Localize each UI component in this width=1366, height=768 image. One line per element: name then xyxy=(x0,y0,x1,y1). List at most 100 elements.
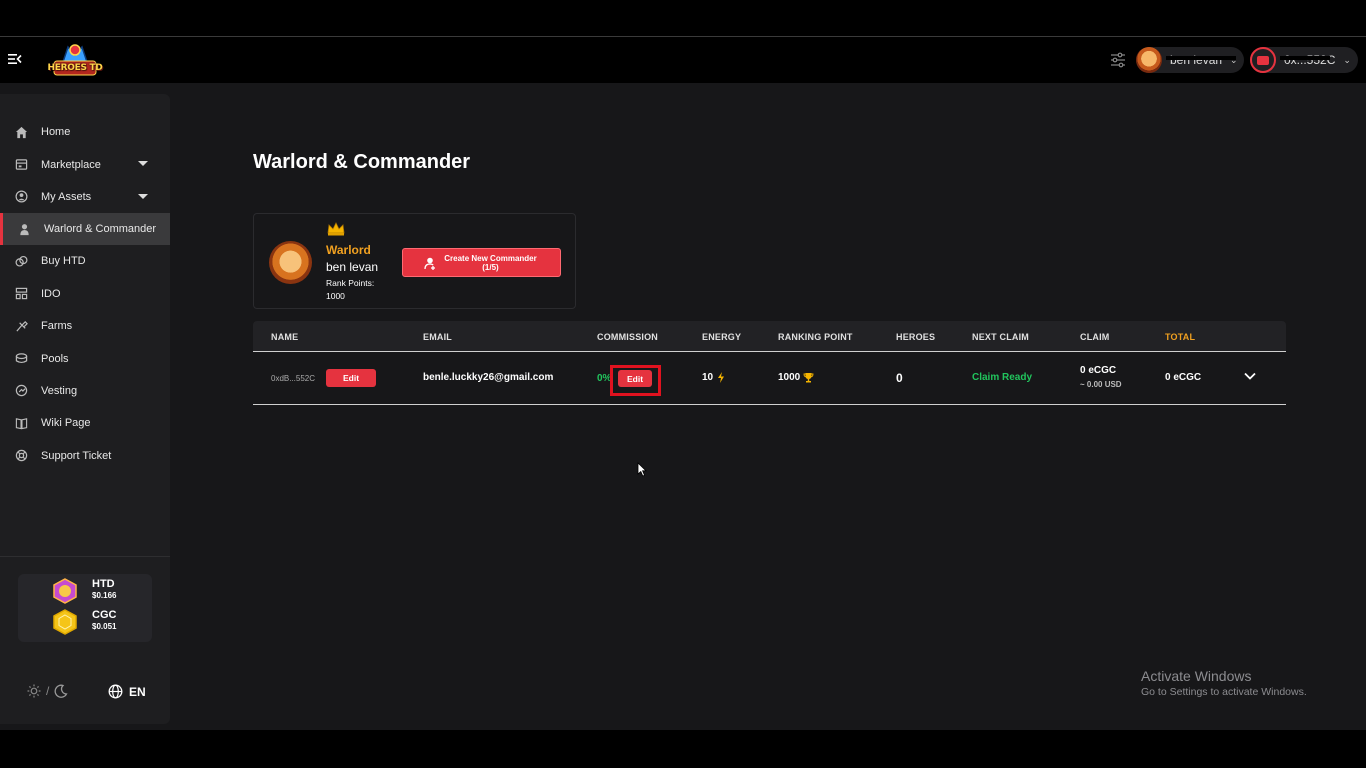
token-htd[interactable]: HTD $0.166 xyxy=(52,578,116,604)
token-price: $0.051 xyxy=(92,622,117,631)
heroes-value: 0 xyxy=(896,371,903,385)
mouse-cursor-icon xyxy=(637,462,647,477)
chevron-down-icon[interactable] xyxy=(1243,369,1257,383)
theme-separator: / xyxy=(46,684,50,698)
warlord-name: ben levan xyxy=(326,260,379,274)
header-ranking-point: RANKING POINT xyxy=(778,332,853,342)
sidebar-item-label: Farms xyxy=(41,320,73,333)
caret-down-icon xyxy=(138,161,148,167)
sidebar-item-label: Marketplace xyxy=(41,158,101,171)
token-price: $0.166 xyxy=(92,591,117,600)
token-prices-card: HTD $0.166 CGC $0.051 xyxy=(18,574,152,642)
lightning-icon xyxy=(718,372,725,383)
htd-token-icon xyxy=(53,578,77,604)
create-commander-button[interactable]: Create New Commander (1/5) xyxy=(402,248,561,277)
sidebar-item-label: Wiki Page xyxy=(41,417,91,430)
top-bar: HEROES TD ben levan ⌄ 0x...552C ⌄ xyxy=(0,37,1366,83)
redaction-bar xyxy=(1166,56,1236,60)
claim-usd-value: ~ 0.00 USD xyxy=(1080,380,1122,389)
sidebar-item-ido[interactable]: IDO xyxy=(0,278,170,310)
sidebar-nav: Home Marketplace My Assets Warlord & Com… xyxy=(0,116,170,472)
home-icon xyxy=(14,125,28,139)
create-commander-label: Create New Commander (1/5) xyxy=(441,254,541,272)
windows-activation-watermark: Activate Windows Go to Settings to activ… xyxy=(1141,668,1307,698)
next-claim-status: Claim Ready xyxy=(972,372,1033,383)
grid-icon xyxy=(14,287,28,301)
language-selector[interactable]: EN xyxy=(108,684,146,699)
rank-points: Rank Points: 1000 xyxy=(326,277,386,303)
warlord-avatar xyxy=(269,241,312,284)
user-circle-icon xyxy=(14,190,28,204)
heroes-td-logo[interactable]: HEROES TD xyxy=(46,41,104,79)
sidebar: Home Marketplace My Assets Warlord & Com… xyxy=(0,94,170,724)
header-total: TOTAL xyxy=(1165,332,1196,342)
sidebar-item-label: Vesting xyxy=(41,384,78,397)
sidebar-item-vesting[interactable]: Vesting xyxy=(0,375,170,407)
caret-down-icon xyxy=(138,193,148,199)
lifebuoy-icon xyxy=(14,449,28,463)
table-row: 0xdB...552C Edit benle.luckky26@gmail.co… xyxy=(253,352,1286,405)
sidebar-item-label: Home xyxy=(41,126,71,139)
create-commander-text: Create New Commander xyxy=(444,253,537,263)
settings-sliders-icon[interactable] xyxy=(1110,52,1126,68)
theme-toggle[interactable]: / xyxy=(27,684,68,698)
sidebar-item-pools[interactable]: Pools xyxy=(0,342,170,374)
token-cgc[interactable]: CGC $0.051 xyxy=(52,609,116,635)
commander-email: benle.luckky26@gmail.com xyxy=(423,372,554,383)
rank-points-label: Rank Points: xyxy=(326,278,375,288)
energy-cell: 10 xyxy=(702,372,725,383)
store-icon xyxy=(14,158,28,172)
page-title: Warlord & Commander xyxy=(253,151,471,173)
sidebar-item-my-assets[interactable]: My Assets xyxy=(0,181,170,213)
header-energy: ENERGY xyxy=(702,332,742,342)
commander-address: 0xdB...552C xyxy=(271,374,316,383)
header-email: EMAIL xyxy=(423,332,452,342)
warlord-card: Warlord ben levan Rank Points: 1000 Crea… xyxy=(253,213,576,309)
coins-icon xyxy=(14,254,28,268)
vesting-icon xyxy=(14,384,28,398)
sidebar-item-wiki-page[interactable]: Wiki Page xyxy=(0,407,170,439)
sidebar-item-marketplace[interactable]: Marketplace xyxy=(0,148,170,180)
sidebar-item-label: IDO xyxy=(41,287,61,300)
globe-icon xyxy=(108,684,123,699)
header-next-claim: NEXT CLAIM xyxy=(972,332,1029,342)
header-commission: COMMISSION xyxy=(597,332,659,342)
trophy-icon xyxy=(803,373,814,383)
watermark-subtitle: Go to Settings to activate Windows. xyxy=(1141,686,1307,698)
cgc-token-icon xyxy=(53,609,77,635)
edit-commission-button[interactable]: Edit xyxy=(618,370,652,387)
rank-points-value: 1000 xyxy=(326,291,345,301)
commander-table: NAME EMAIL COMMISSION ENERGY RANKING POI… xyxy=(253,321,1286,405)
sidebar-item-label: Buy HTD xyxy=(41,255,86,268)
person-icon xyxy=(17,222,31,236)
book-icon xyxy=(14,416,28,430)
menu-collapse-icon[interactable] xyxy=(8,52,22,66)
database-icon xyxy=(14,352,28,366)
sidebar-item-support-ticket[interactable]: Support Ticket xyxy=(0,440,170,472)
tractor-icon xyxy=(14,319,28,333)
sidebar-item-warlord-commander[interactable]: Warlord & Commander xyxy=(0,213,170,246)
avatar xyxy=(1136,47,1162,73)
edit-name-button[interactable]: Edit xyxy=(326,369,376,387)
logo-text: HEROES TD xyxy=(47,63,103,73)
wallet-menu[interactable]: 0x...552C ⌄ xyxy=(1250,47,1358,73)
ranking-point-value: 1000 xyxy=(778,372,801,383)
token-name: HTD xyxy=(92,578,115,590)
sidebar-item-buy-htd[interactable]: Buy HTD xyxy=(0,245,170,277)
sidebar-item-label: Support Ticket xyxy=(41,449,112,462)
watermark-title: Activate Windows xyxy=(1141,668,1252,684)
header-heroes: HEROES xyxy=(896,332,936,342)
user-menu[interactable]: ben levan ⌄ xyxy=(1136,47,1244,73)
total-value: 0 eCGC xyxy=(1165,372,1202,383)
sidebar-item-label: Pools xyxy=(41,352,69,365)
moon-icon[interactable] xyxy=(54,684,68,698)
sidebar-item-home[interactable]: Home xyxy=(0,116,170,148)
ranking-cell: 1000 xyxy=(778,372,814,383)
wallet-icon xyxy=(1250,47,1276,73)
language-label: EN xyxy=(129,684,146,699)
sidebar-item-farms[interactable]: Farms xyxy=(0,310,170,342)
claim-value: 0 eCGC xyxy=(1080,365,1117,376)
sidebar-item-label: My Assets xyxy=(41,190,92,203)
sidebar-divider xyxy=(0,556,170,557)
sun-icon[interactable] xyxy=(27,684,41,698)
